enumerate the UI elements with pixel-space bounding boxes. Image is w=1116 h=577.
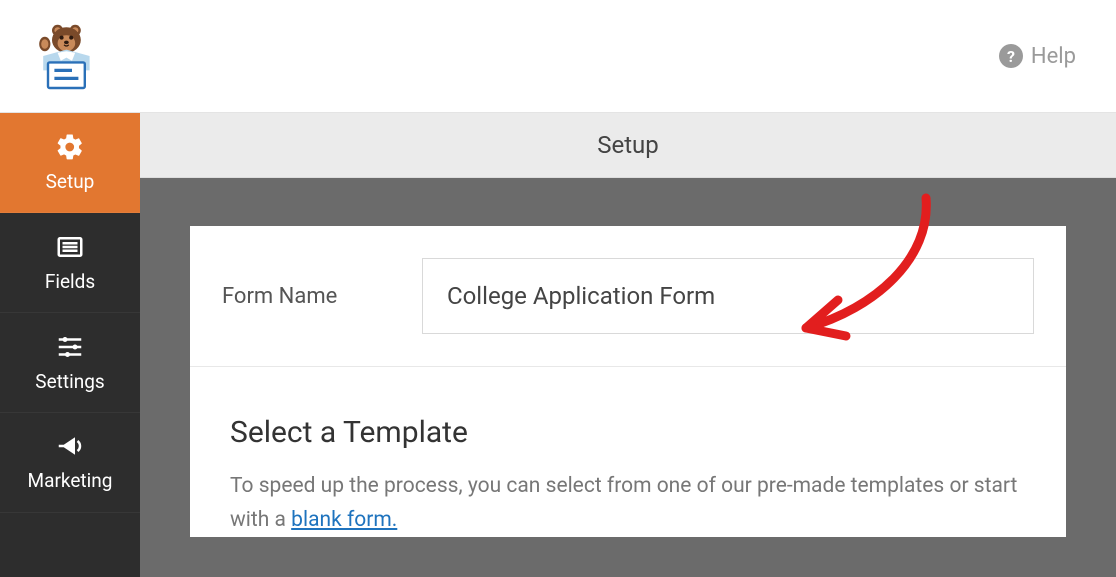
gear-icon — [55, 132, 85, 162]
form-name-input[interactable] — [422, 258, 1034, 334]
content-area: Setup Form Name Select a Template To spe… — [140, 113, 1116, 577]
help-icon: ? — [999, 44, 1023, 68]
sidebar-item-label: Setup — [46, 170, 95, 193]
form-name-row: Form Name — [190, 226, 1066, 367]
sidebar: Setup Fields — [0, 113, 140, 577]
content-header: Setup — [140, 113, 1116, 178]
content-header-title: Setup — [597, 131, 659, 159]
megaphone-icon — [55, 431, 85, 461]
sidebar-item-marketing[interactable]: Marketing — [0, 413, 140, 513]
logo-wrap — [0, 16, 104, 96]
wpforms-logo — [24, 16, 104, 96]
sidebar-item-settings[interactable]: Settings — [0, 313, 140, 413]
sidebar-item-setup[interactable]: Setup — [0, 113, 140, 213]
form-name-label: Form Name — [222, 284, 422, 309]
sidebar-item-label: Fields — [45, 270, 95, 293]
top-bar: ? Help — [0, 0, 1116, 113]
sliders-icon — [55, 332, 85, 362]
help-button[interactable]: ? Help — [999, 44, 1076, 69]
help-label: Help — [1031, 44, 1076, 69]
main-layout: Setup Fields — [0, 113, 1116, 577]
template-section: Select a Template To speed up the proces… — [190, 367, 1066, 537]
list-icon — [55, 232, 85, 262]
template-heading: Select a Template — [230, 415, 1026, 450]
setup-panel: Form Name Select a Template To speed up … — [190, 226, 1066, 537]
sidebar-item-fields[interactable]: Fields — [0, 213, 140, 313]
content-body: Form Name Select a Template To speed up … — [140, 178, 1116, 577]
blank-form-link[interactable]: blank form. — [291, 508, 397, 532]
template-description: To speed up the process, you can select … — [230, 470, 1026, 537]
sidebar-item-label: Marketing — [28, 469, 113, 492]
sidebar-item-label: Settings — [35, 370, 104, 393]
